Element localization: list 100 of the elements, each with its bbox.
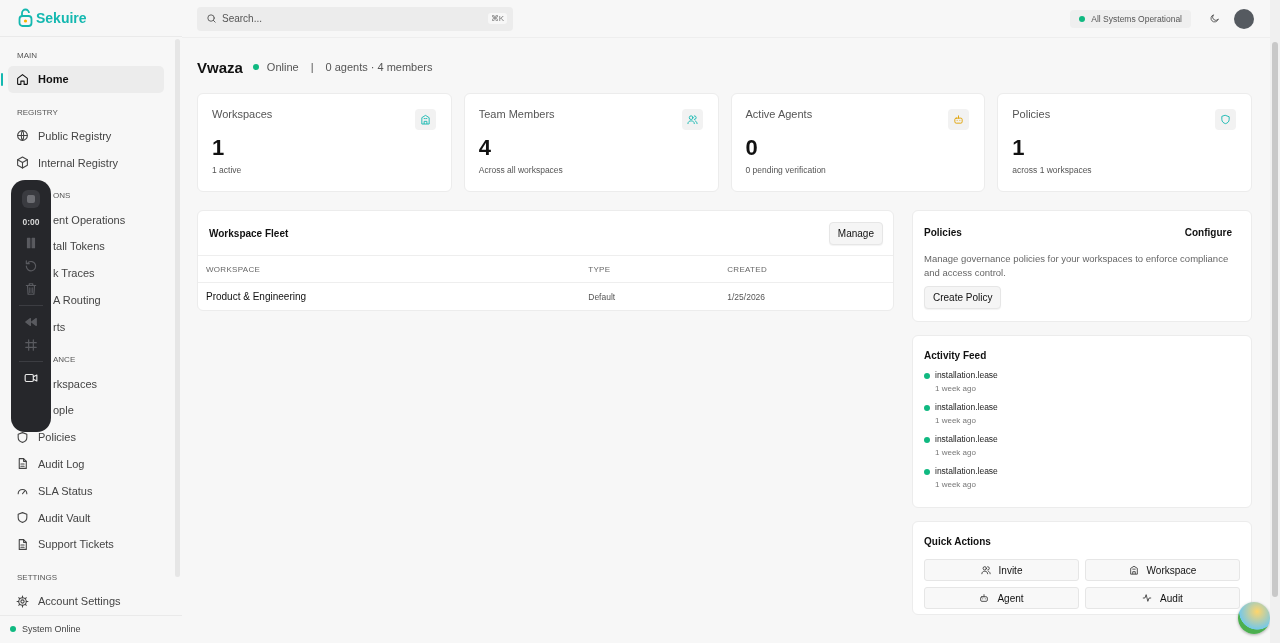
manage-button[interactable]: Manage — [828, 221, 883, 245]
sidebar-item[interactable]: rts — [52, 313, 66, 341]
card-title: Workspace Fleet — [209, 227, 289, 239]
robot-icon — [953, 114, 965, 125]
stat-caption: Across all workspaces — [478, 165, 564, 175]
recording-time: 0:00 — [22, 217, 40, 227]
section-heading: ONS — [52, 190, 71, 202]
activity-time: 1 week ago — [935, 416, 977, 425]
quick-action-button[interactable]: Invite — [924, 559, 1079, 581]
globe-icon — [16, 129, 29, 143]
document-icon — [16, 537, 29, 551]
sidebar-item[interactable]: ent Operations — [52, 206, 126, 233]
table-cell: Default — [580, 282, 720, 310]
stat-label: Team Members — [478, 108, 555, 120]
section-heading: ANCE — [52, 354, 76, 366]
shield-icon — [1220, 114, 1231, 125]
sidebar-item[interactable]: Audit Vault — [8, 504, 164, 531]
status-dot — [10, 626, 16, 633]
shortcut-hint: ⌘K — [487, 12, 507, 24]
activity-dot — [924, 373, 930, 379]
activity-event: installation.lease — [935, 402, 999, 412]
stat-label: Workspaces — [212, 108, 273, 120]
shield-icon — [16, 511, 29, 525]
moon-icon — [1208, 13, 1220, 24]
stat-value: 0 — [745, 137, 759, 159]
column-header: TYPE — [580, 256, 720, 283]
sidebar-item[interactable]: A Routing — [52, 286, 101, 314]
sidebar-item[interactable]: Policies — [8, 423, 164, 451]
quick-action-button[interactable]: Audit — [1085, 587, 1240, 609]
activity-event: installation.lease — [935, 370, 999, 380]
cube-icon — [16, 156, 29, 170]
shield-icon — [16, 430, 29, 444]
create-policy-button[interactable]: Create Policy — [924, 286, 1002, 309]
activity-time: 1 week ago — [935, 448, 977, 457]
activity-dot — [924, 405, 930, 411]
stat-value: 1 — [1012, 137, 1026, 159]
sidebar-item[interactable]: k Traces — [52, 259, 95, 287]
stat-caption: 0 pending verification — [745, 165, 827, 175]
workspace-name: Vwaza — [197, 58, 243, 76]
system-status: System Online — [22, 624, 81, 635]
sidebar-item[interactable]: Support Tickets — [8, 530, 164, 558]
status-dot — [1079, 15, 1086, 22]
building-icon — [1128, 565, 1139, 575]
configure-link[interactable]: Configure — [1184, 227, 1240, 238]
restart-icon[interactable] — [24, 259, 38, 273]
home-icon — [16, 72, 29, 86]
status-label: All Systems Operational — [1091, 13, 1182, 24]
grid-icon[interactable] — [24, 338, 38, 352]
workspace-summary: 0 agents · 4 members — [325, 61, 433, 73]
users-icon — [980, 565, 991, 575]
settings-icon — [16, 594, 29, 608]
sidebar-item[interactable]: Public Registry — [8, 122, 164, 150]
stat-label: Active Agents — [745, 108, 813, 120]
activity-icon — [1142, 593, 1153, 603]
pause-icon[interactable] — [24, 236, 38, 250]
sidebar-item[interactable]: Account Settings — [8, 587, 164, 615]
stop-icon[interactable] — [25, 193, 37, 205]
building-icon — [419, 114, 431, 125]
activity-event: installation.lease — [935, 434, 999, 444]
card-title: Quick Actions — [924, 536, 992, 547]
card-title: Policies — [924, 227, 962, 238]
stat-caption: 1 active — [212, 165, 243, 175]
card-title: Activity Feed — [924, 350, 988, 361]
stat-label: Policies — [1012, 108, 1051, 120]
document-icon — [16, 457, 29, 471]
activity-time: 1 week ago — [935, 480, 977, 489]
activity-time: 1 week ago — [935, 384, 977, 393]
workspace-status: Online — [266, 61, 299, 73]
sidebar-item[interactable]: ople — [52, 396, 74, 424]
section-heading: SETTINGS — [16, 571, 57, 583]
sidebar-item[interactable]: tall Tokens — [52, 232, 105, 260]
sidebar-item[interactable]: SLA Status — [8, 477, 164, 505]
padlock-logo-icon — [18, 8, 33, 29]
scrollbar[interactable] — [1270, 0, 1280, 643]
policies-description: Manage governance policies for your workspaces to enforce compliance and access control. — [924, 252, 1230, 280]
section-heading: REGISTRY — [16, 106, 58, 118]
table-cell: Product & Engineering — [198, 282, 581, 310]
quick-action-button[interactable]: Agent — [924, 587, 1079, 609]
activity-dot — [924, 437, 930, 443]
activity-dot — [924, 469, 930, 475]
table-cell: 1/25/2026 — [719, 282, 893, 310]
search-icon — [206, 13, 217, 24]
avatar[interactable] — [1234, 8, 1254, 29]
stat-value: 1 — [212, 137, 226, 159]
rewind-icon[interactable] — [24, 315, 38, 329]
sidebar-item[interactable]: rkspaces — [52, 370, 98, 397]
camera-icon[interactable] — [24, 371, 38, 385]
trash-icon[interactable] — [24, 282, 38, 296]
online-dot — [252, 64, 259, 70]
section-heading: MAIN — [16, 49, 37, 61]
quick-action-button[interactable]: Workspace — [1085, 559, 1240, 581]
stat-caption: across 1 workspaces — [1012, 165, 1093, 175]
stat-value: 4 — [478, 137, 492, 159]
column-header: CREATED — [719, 256, 893, 283]
sidebar-item[interactable]: Internal Registry — [8, 149, 164, 177]
users-icon — [686, 114, 698, 125]
activity-event: installation.lease — [935, 466, 999, 476]
sidebar-item[interactable]: Audit Log — [8, 450, 164, 478]
separator: | — [310, 61, 314, 73]
column-header: WORKSPACE — [198, 256, 581, 283]
